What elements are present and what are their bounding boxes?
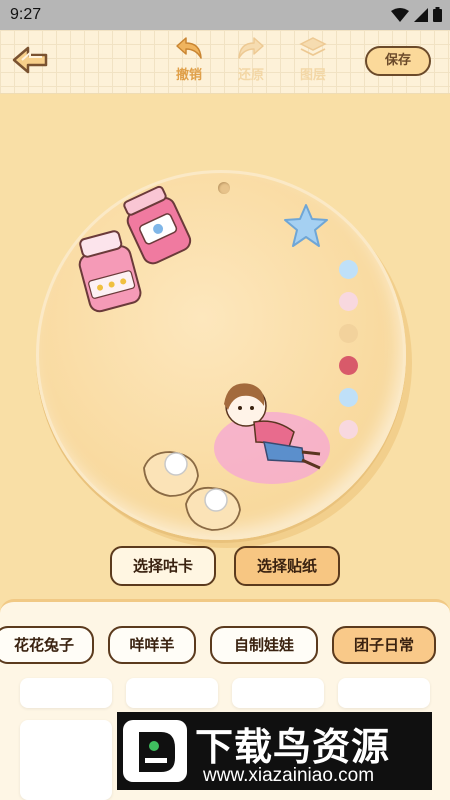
- battery-icon: [433, 7, 442, 22]
- candy-bottle-sticker[interactable]: [68, 224, 148, 318]
- status-icons: [391, 7, 442, 22]
- watermark-url: www.xiazainiao.com: [203, 765, 375, 786]
- sticker-card[interactable]: [232, 678, 324, 708]
- disc-hanging-hole: [218, 182, 230, 194]
- wifi-icon: [391, 7, 409, 22]
- redo-button[interactable]: 还原: [226, 36, 276, 83]
- layer-button[interactable]: 图层: [288, 36, 338, 83]
- tab-handmade-doll[interactable]: 自制娃娃: [210, 626, 318, 664]
- choose-guka-button[interactable]: 选择咕卡: [110, 546, 216, 586]
- watermark-title: 下载鸟资源: [195, 725, 391, 769]
- color-dot[interactable]: [339, 324, 358, 343]
- choose-sticker-button[interactable]: 选择贴纸: [234, 546, 340, 586]
- girl-character-sticker[interactable]: [206, 376, 334, 494]
- undo-label: 撤销: [175, 68, 202, 83]
- color-dot[interactable]: [339, 260, 358, 279]
- undo-icon: [176, 37, 202, 59]
- status-bar: 9:27: [0, 0, 450, 30]
- undo-button[interactable]: 撤销: [164, 36, 214, 83]
- bird-logo-icon: [123, 720, 187, 782]
- back-arrow-icon: [12, 46, 48, 74]
- sticker-card[interactable]: [20, 678, 112, 708]
- tab-tuanzi-daily[interactable]: 团子日常: [332, 626, 436, 664]
- dumpling-sticker-2[interactable]: [182, 480, 246, 536]
- color-dot[interactable]: [339, 420, 358, 439]
- save-button[interactable]: 保存: [365, 46, 431, 76]
- tab-huahua-rabbit[interactable]: 花花兔子: [0, 626, 94, 664]
- cellular-signal-icon: [414, 7, 428, 22]
- layer-label: 图层: [299, 68, 326, 83]
- color-dot[interactable]: [339, 388, 358, 407]
- status-time: 9:27: [10, 6, 42, 23]
- blue-star-sticker[interactable]: [282, 202, 330, 250]
- editor-toolbar: 撤销 还原 图层 保存: [0, 30, 450, 94]
- sticker-card[interactable]: [338, 678, 430, 708]
- color-dot[interactable]: [339, 292, 358, 311]
- editor-canvas[interactable]: [0, 94, 450, 599]
- watermark-banner: 下载鸟资源 www.xiazainiao.com: [117, 712, 432, 790]
- sticker-card[interactable]: [126, 678, 218, 708]
- sticker-card[interactable]: [20, 720, 112, 800]
- color-dot[interactable]: [339, 356, 358, 375]
- redo-icon: [238, 37, 264, 59]
- redo-label: 还原: [237, 68, 264, 83]
- tab-miemie-sheep[interactable]: 咩咩羊: [108, 626, 196, 664]
- back-button[interactable]: [10, 44, 50, 76]
- layers-icon: [299, 37, 327, 57]
- choose-buttons-row: 选择咕卡 选择贴纸: [0, 546, 450, 590]
